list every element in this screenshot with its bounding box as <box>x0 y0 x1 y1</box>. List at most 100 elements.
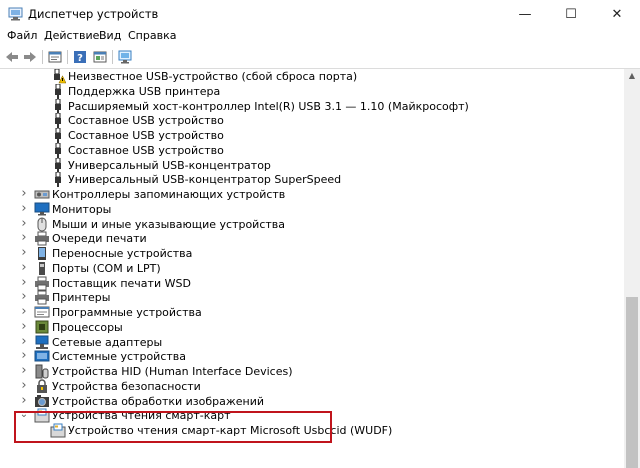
toolbar-separator <box>42 50 43 64</box>
tree-item-label: Переносные устройства <box>52 247 193 260</box>
back-arrow-icon[interactable] <box>4 49 20 65</box>
usb-icon <box>50 157 66 173</box>
port-icon <box>34 261 50 276</box>
storage-controller-icon <box>34 187 50 202</box>
tree-row[interactable]: › Контроллеры запоминающих устройств <box>0 187 620 202</box>
tree-item-label: Устройства безопасности <box>52 379 201 393</box>
tree-item-label: Мониторы <box>52 202 112 216</box>
tree-row[interactable]: › Поставщик печати WSD <box>0 276 620 291</box>
tree-item-label: Составное USB устройство <box>68 143 224 157</box>
print-queue-icon <box>34 231 50 246</box>
tree-item-label: Порты (COM и LPT) <box>52 261 161 275</box>
scan-monitor-icon[interactable] <box>117 49 133 65</box>
printer-icon <box>34 276 50 291</box>
forward-arrow-icon[interactable] <box>22 49 38 65</box>
tree-row[interactable]: › Программные устройства <box>0 305 620 320</box>
tree-row[interactable]: Поддержка USB принтера <box>0 83 620 99</box>
tree-item-label: Программные устройства <box>52 306 202 319</box>
chevron-right-icon[interactable]: › <box>19 335 29 348</box>
tree-row[interactable]: Составное USB устройство <box>0 142 620 158</box>
close-button[interactable]: ✕ <box>594 0 640 28</box>
tree-row[interactable]: Расширяемый хост-контроллер Intel(R) USB… <box>0 98 620 114</box>
device-tree: Неизвестное USB-устройство (сбой сброса … <box>0 69 624 468</box>
window-title: Диспетчер устройств <box>28 7 159 21</box>
usb-icon <box>50 127 66 143</box>
tree-row[interactable]: › Мыши и иные указывающие устройства <box>0 217 620 232</box>
tree-item-label: Контроллеры запоминающих устройств <box>52 188 286 201</box>
tree-row[interactable]: › Порты (COM и LPT) <box>0 261 620 276</box>
tree-row[interactable]: Составное USB устройство <box>0 112 620 129</box>
hid-icon <box>34 364 50 379</box>
scroll-up-icon[interactable]: ▲ <box>624 69 640 83</box>
tree-row[interactable]: › Системные устройства <box>0 349 620 364</box>
svg-text:?: ? <box>77 53 83 64</box>
tree-row[interactable]: Неизвестное USB-устройство (сбой сброса … <box>0 69 620 84</box>
tree-row[interactable]: Универсальный USB-концентратор SuperSpee… <box>0 171 620 188</box>
tree-row[interactable]: › Переносные устройства <box>0 246 620 261</box>
tree-item-label: Поставщик печати WSD <box>52 276 191 290</box>
chevron-right-icon[interactable]: › <box>19 305 29 318</box>
chevron-right-icon[interactable]: › <box>19 231 29 244</box>
tree-row[interactable]: Универсальный USB-концентратор <box>0 157 620 173</box>
device-manager-app-icon <box>8 7 24 21</box>
monitor-icon <box>34 202 50 217</box>
usb-icon <box>50 112 66 129</box>
chevron-right-icon[interactable]: › <box>19 187 29 200</box>
help-icon[interactable]: ? <box>72 49 88 65</box>
usb-icon <box>50 98 66 114</box>
tree-row[interactable]: › Устройства обработки изображений <box>0 394 620 409</box>
tree-item-label: Системные устройства <box>52 350 186 364</box>
printer-icon <box>34 290 50 305</box>
update-driver-icon[interactable] <box>92 49 108 65</box>
menu-bar: Файл Действие Вид Справка <box>0 28 640 46</box>
software-device-icon <box>34 305 50 320</box>
tree-item-label: Расширяемый хост-контроллер Intel(R) USB… <box>68 99 469 113</box>
menu-action[interactable]: Действие <box>44 29 99 42</box>
highlight-box <box>14 411 332 443</box>
chevron-right-icon[interactable]: › <box>19 290 29 303</box>
tree-item-label: Принтеры <box>52 291 111 305</box>
tree-item-label: Процессоры <box>52 320 123 334</box>
menu-view[interactable]: Вид <box>99 29 121 42</box>
tree-item-label: Поддержка USB принтера <box>68 84 221 98</box>
chevron-right-icon[interactable]: › <box>19 276 29 289</box>
chevron-right-icon[interactable]: › <box>19 394 29 407</box>
mouse-icon <box>34 217 50 232</box>
tree-item-label: Неизвестное USB-устройство (сбой сброса … <box>68 70 358 83</box>
chevron-right-icon[interactable]: › <box>19 349 29 362</box>
scroll-thumb[interactable] <box>626 297 638 468</box>
tree-row[interactable]: › Устройства HID (Human Interface Devices… <box>0 364 620 379</box>
tree-row[interactable]: › Устройства безопасности <box>0 379 620 394</box>
usb-icon <box>50 142 66 158</box>
minimize-button[interactable]: — <box>502 0 548 28</box>
chevron-right-icon[interactable]: › <box>19 202 29 215</box>
chevron-right-icon[interactable]: › <box>19 364 29 377</box>
chevron-right-icon[interactable]: › <box>19 320 29 333</box>
tree-row[interactable]: › Процессоры <box>0 320 620 335</box>
toolbar-separator <box>112 50 113 64</box>
usb-warning-icon <box>50 69 67 84</box>
maximize-button[interactable]: ☐ <box>548 0 594 28</box>
tree-row[interactable]: › Сетевые адаптеры <box>0 335 620 350</box>
tree-item-label: Очереди печати <box>52 232 147 246</box>
tree-item-label: Мыши и иные указывающие устройства <box>52 217 286 231</box>
title-bar: Диспетчер устройств — ☐ ✕ <box>0 0 640 28</box>
tree-row[interactable]: › Принтеры <box>0 290 620 305</box>
tree-item-label: Составное USB устройство <box>68 129 224 142</box>
tree-row[interactable]: Составное USB устройство <box>0 127 620 143</box>
menu-file[interactable]: Файл <box>7 29 37 42</box>
chevron-right-icon[interactable]: › <box>19 217 29 230</box>
menu-help[interactable]: Справка <box>128 29 176 42</box>
properties-icon[interactable] <box>47 49 63 65</box>
processor-icon <box>34 320 50 335</box>
toolbar: ? <box>0 46 640 69</box>
chevron-right-icon[interactable]: › <box>19 379 29 392</box>
security-device-icon <box>34 379 50 394</box>
tree-row[interactable]: › Мониторы <box>0 202 620 217</box>
vertical-scrollbar[interactable]: ▲ <box>624 69 640 468</box>
chevron-right-icon[interactable]: › <box>19 246 29 259</box>
tree-item-label: Универсальный USB-концентратор SuperSpee… <box>68 173 342 187</box>
tree-row[interactable]: › Очереди печати <box>0 231 620 246</box>
chevron-right-icon[interactable]: › <box>19 261 29 274</box>
network-adapter-icon <box>34 335 50 350</box>
